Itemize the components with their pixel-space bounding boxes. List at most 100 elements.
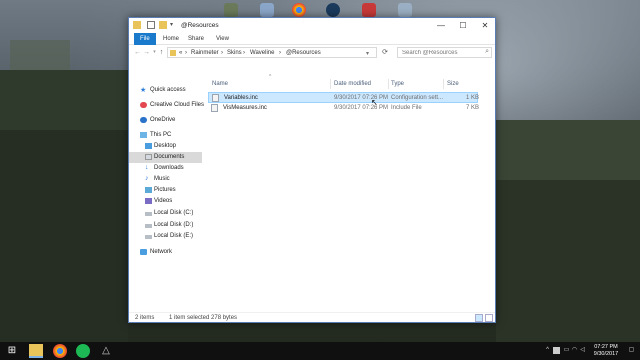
nav-item-label: Local Disk (E:) [154, 233, 194, 239]
nav-item-label: Local Disk (C:) [154, 210, 194, 216]
tray-app-icon[interactable] [553, 347, 560, 354]
chrome-icon[interactable] [53, 344, 67, 358]
tab-home[interactable]: Home [157, 33, 185, 45]
column-header-type[interactable]: Type [391, 81, 404, 87]
nav-item-network[interactable]: Network [129, 247, 202, 258]
chevron-down-icon[interactable]: ▾ [366, 50, 369, 57]
chevron-down-icon[interactable]: ▾ [170, 21, 178, 29]
nav-item-desktop[interactable]: Desktop [129, 141, 202, 152]
column-divider[interactable] [330, 79, 331, 89]
notifications-icon[interactable]: ▢ [628, 347, 635, 354]
dock-app-icon[interactable] [224, 3, 238, 17]
cloud-icon [140, 117, 147, 123]
landscape-block [0, 130, 128, 342]
nav-item-videos[interactable]: Videos [129, 196, 202, 207]
nav-item-local-disk-d[interactable]: Local Disk (D:) [129, 220, 202, 231]
breadcrumb-rainmeter[interactable]: Rainmeter [191, 50, 219, 56]
documents-icon [145, 154, 152, 160]
quick-access-toolbar-icon[interactable] [147, 21, 155, 29]
file-row[interactable]: VisMeasures.inc 9/30/2017 07:26 PM Inclu… [208, 103, 479, 114]
nav-item-onedrive[interactable]: OneDrive [129, 115, 202, 126]
dock-app-icon[interactable] [260, 3, 274, 17]
folder-icon [133, 21, 141, 29]
nav-item-music[interactable]: ♪ Music [129, 174, 202, 185]
chrome-icon[interactable] [292, 3, 306, 17]
nav-item-documents[interactable]: Documents [129, 152, 202, 163]
search-icon[interactable]: ⌕ [485, 48, 489, 56]
nav-item-label: Documents [154, 154, 185, 160]
ribbon-tabs: File Home Share View [129, 33, 495, 45]
nav-item-label: Local Disk (D:) [154, 222, 194, 228]
nav-item-label: Desktop [154, 143, 177, 149]
column-header-date[interactable]: Date modified [334, 81, 371, 87]
column-header-name[interactable]: Name [212, 81, 228, 87]
start-button[interactable]: ⊞ [5, 344, 19, 358]
chevron-up-icon[interactable]: ^ [544, 347, 551, 354]
mouse-cursor-icon: ↖ [371, 98, 378, 107]
file-type: Include File [391, 105, 422, 111]
desktop-icon [145, 143, 152, 149]
steam-icon[interactable] [326, 3, 340, 17]
taskbar-clock[interactable]: 07:27 PM 9/30/2017 [588, 344, 624, 358]
large-icons-view-icon[interactable] [485, 314, 493, 322]
file-explorer-icon[interactable] [29, 344, 43, 358]
refresh-button[interactable]: ⟳ [379, 47, 391, 58]
volume-icon[interactable]: ◁ [579, 347, 586, 354]
dock-app-icon[interactable] [362, 3, 376, 17]
landscape-block [0, 70, 128, 130]
address-row: ← → ▾ ↑ « › Rainmeter › Skins › Waveline… [129, 46, 495, 59]
nav-item-pictures[interactable]: Pictures [129, 185, 202, 196]
new-folder-icon[interactable] [159, 21, 167, 29]
nav-item-label: Music [154, 176, 170, 182]
column-divider[interactable] [388, 79, 389, 89]
up-button[interactable]: ↑ [157, 47, 166, 58]
search-box[interactable]: ⌕ [397, 47, 492, 58]
nav-item-quick-access[interactable]: ★ Quick access [129, 85, 202, 96]
pictures-icon [145, 187, 152, 193]
nav-item-local-disk-c[interactable]: Local Disk (C:) [129, 208, 202, 219]
landscape-block [10, 40, 70, 70]
selection-info: 1 item selected 278 bytes [169, 315, 238, 321]
maximize-button[interactable]: ☐ [452, 18, 474, 33]
details-view-icon[interactable] [475, 314, 483, 322]
clock-date: 9/30/2017 [593, 351, 619, 357]
nav-item-local-disk-e[interactable]: Local Disk (E:) [129, 231, 202, 242]
folder-icon [170, 50, 176, 56]
music-icon: ♪ [145, 175, 149, 182]
disk-icon [145, 235, 152, 239]
file-date: 9/30/2017 07:26 PM [334, 95, 389, 101]
close-button[interactable]: ✕ [474, 18, 496, 33]
network-icon[interactable]: ◠ [571, 347, 578, 354]
nav-item-creative-cloud[interactable]: Creative Cloud Files [129, 100, 204, 111]
column-divider[interactable] [443, 79, 444, 89]
spotify-icon[interactable] [76, 344, 90, 358]
minimize-button[interactable]: — [430, 18, 452, 33]
nav-item-this-pc[interactable]: This PC [129, 130, 202, 141]
nav-item-label: Downloads [154, 165, 184, 171]
chevron-right-icon: › [243, 49, 245, 56]
search-input[interactable] [398, 48, 478, 57]
nav-item-downloads[interactable]: ↓ Downloads [129, 163, 202, 174]
address-bar[interactable]: « › Rainmeter › Skins › Waveline › @Reso… [167, 47, 377, 58]
dock-app-icon[interactable] [398, 3, 412, 17]
breadcrumb-skins[interactable]: Skins [227, 50, 242, 56]
battery-icon[interactable]: ▭ [563, 347, 570, 354]
breadcrumb-resources[interactable]: @Resources [286, 50, 321, 56]
taskbar-app-icon[interactable]: △ [99, 344, 113, 358]
item-count: 2 items [135, 315, 155, 321]
nav-item-label: This PC [150, 132, 172, 138]
back-button[interactable]: ← [133, 47, 142, 58]
tab-file[interactable]: File [134, 33, 156, 45]
breadcrumb-waveline[interactable]: Waveline [250, 50, 274, 56]
chevron-right-icon: › [221, 49, 223, 56]
file-row[interactable]: Variables.inc 9/30/2017 07:26 PM Configu… [208, 92, 480, 103]
star-icon: ★ [140, 87, 147, 94]
tab-view[interactable]: View [210, 33, 235, 45]
sort-chevron-icon[interactable]: ^ [269, 74, 271, 80]
tab-share[interactable]: Share [182, 33, 210, 45]
overflow-crumb[interactable]: « [179, 50, 182, 56]
network-icon [140, 249, 147, 255]
column-header-size[interactable]: Size [447, 81, 459, 87]
disk-icon [145, 212, 152, 216]
file-size: 1 KB [466, 95, 480, 101]
